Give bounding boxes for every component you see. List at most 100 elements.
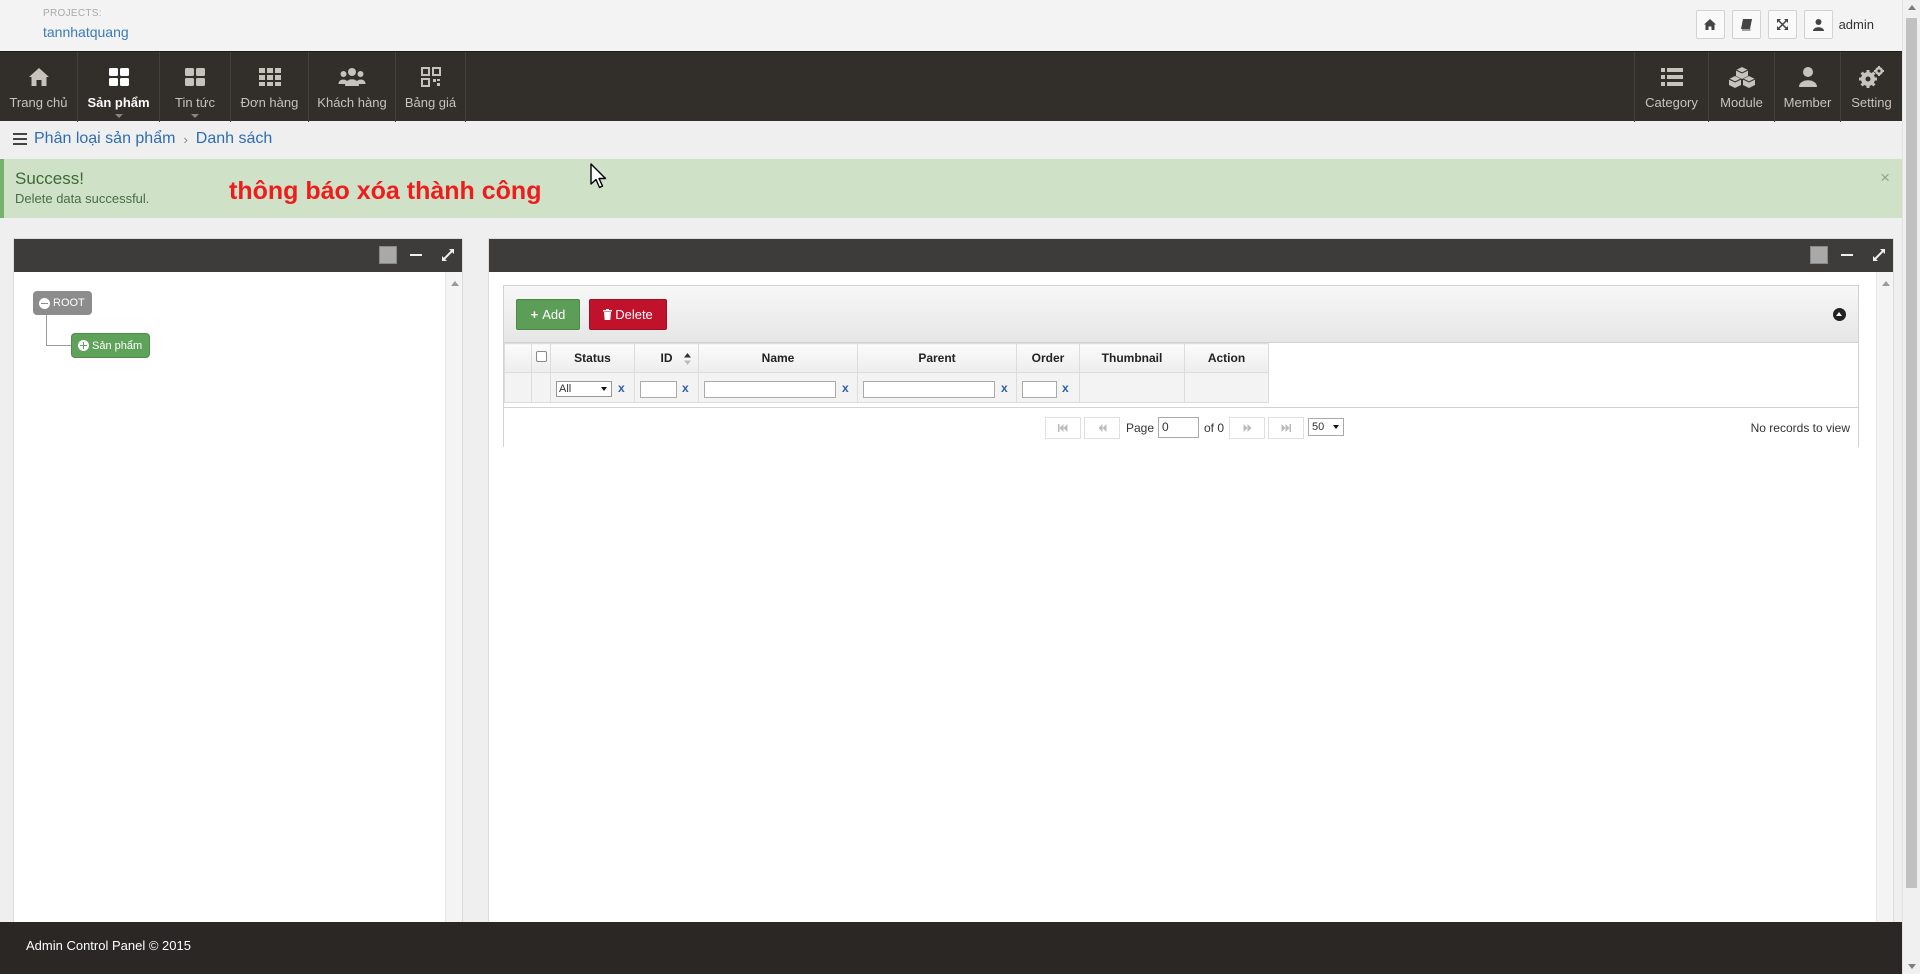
minimize-icon[interactable] xyxy=(1841,254,1853,256)
nav-item-tin-tuc[interactable]: Tin tức xyxy=(160,52,231,122)
grid-scrollbar[interactable] xyxy=(1876,272,1893,922)
page-label: Page xyxy=(1126,421,1155,435)
last-page-icon xyxy=(1281,424,1291,432)
main-nav: Trang chủ Sản phẩm Tin tức Đơn hàng Khác… xyxy=(0,51,1902,122)
nav-label: Đơn hàng xyxy=(240,95,299,110)
status-filter-select[interactable]: All xyxy=(556,381,612,397)
column-header-id[interactable]: ID xyxy=(634,343,699,373)
book-button[interactable] xyxy=(1731,10,1761,39)
nav-item-trang-chu[interactable]: Trang chủ xyxy=(0,52,78,122)
page-number-input[interactable]: 0 xyxy=(1158,417,1199,438)
column-header-name[interactable]: Name xyxy=(698,343,858,373)
clear-id-filter[interactable]: x xyxy=(682,381,689,395)
home-button[interactable] xyxy=(1695,10,1725,39)
nav-label: Trang chủ xyxy=(9,95,68,110)
sort-icon[interactable] xyxy=(684,353,691,365)
id-filter-input[interactable] xyxy=(640,381,677,398)
column-header-thumbnail[interactable]: Thumbnail xyxy=(1079,343,1185,373)
status-filter-value: All xyxy=(559,383,572,395)
prev-page-button[interactable] xyxy=(1084,417,1120,439)
filter-row: All x x x x x xyxy=(504,372,1269,403)
expand-icon[interactable] xyxy=(440,247,456,263)
grid-panel-header xyxy=(489,239,1893,272)
parent-filter-input[interactable] xyxy=(863,381,995,398)
delete-button-label: Delete xyxy=(615,307,653,322)
tree-node-label: ROOT xyxy=(53,297,85,309)
grid-toolbar: + Add Delete xyxy=(504,286,1858,343)
scrollbar-thumb[interactable] xyxy=(1906,18,1917,888)
nav-item-setting[interactable]: Setting xyxy=(1840,52,1902,122)
column-header-order[interactable]: Order xyxy=(1016,343,1080,373)
nav-item-san-pham[interactable]: Sản phẩm xyxy=(78,52,160,122)
panel-controls xyxy=(379,246,456,264)
project-link[interactable]: tannhatquang xyxy=(43,24,129,40)
first-page-button[interactable] xyxy=(1045,417,1081,439)
page-scrollbar[interactable] xyxy=(1902,0,1920,974)
nav-item-member[interactable]: Member xyxy=(1774,52,1840,122)
top-toolbar: admin xyxy=(1689,10,1874,39)
filter-cell xyxy=(1079,372,1185,403)
chevron-down-icon xyxy=(191,114,199,118)
tree-node-san-pham[interactable]: Sản phẩm xyxy=(71,333,151,358)
tree-panel: ROOT Sản phẩm xyxy=(13,238,463,923)
qrcode-icon xyxy=(420,65,441,89)
scroll-up-icon[interactable] xyxy=(1882,281,1890,286)
order-filter-input[interactable] xyxy=(1022,381,1057,398)
scroll-up-icon[interactable] xyxy=(1908,5,1916,10)
select-all-checkbox[interactable] xyxy=(535,351,547,362)
minimize-icon[interactable] xyxy=(410,254,422,256)
clear-parent-filter[interactable]: x xyxy=(1001,381,1008,395)
users-icon xyxy=(338,65,366,89)
nav-label: Tin tức xyxy=(174,95,215,110)
dropdown-arrow-icon xyxy=(601,387,607,391)
column-header-status[interactable]: Status xyxy=(550,343,635,373)
nav-item-bang-gia[interactable]: Bảng giá xyxy=(396,52,466,122)
breadcrumb-item-category[interactable]: Phân loại sản phẩm xyxy=(34,130,175,148)
tree-node-root[interactable]: ROOT xyxy=(33,291,92,315)
tree-scrollbar[interactable] xyxy=(445,272,462,922)
collapse-node-icon[interactable] xyxy=(39,297,50,309)
last-page-button[interactable] xyxy=(1268,417,1304,439)
breadcrumb-item-list[interactable]: Danh sách xyxy=(196,130,273,148)
nav-label: Category xyxy=(1645,95,1698,110)
close-icon[interactable]: × xyxy=(1880,168,1890,188)
menu-icon[interactable] xyxy=(13,133,27,145)
scroll-up-icon[interactable] xyxy=(451,281,459,286)
delete-button[interactable]: Delete xyxy=(589,299,667,330)
nav-item-khach-hang[interactable]: Khách hàng xyxy=(309,52,396,122)
nav-item-don-hang[interactable]: Đơn hàng xyxy=(231,52,309,122)
clear-order-filter[interactable]: x xyxy=(1062,381,1069,395)
trash-icon xyxy=(603,309,613,320)
clear-status-filter[interactable]: x xyxy=(618,381,625,395)
name-filter-input[interactable] xyxy=(704,381,836,398)
clear-name-filter[interactable]: x xyxy=(842,381,849,395)
filter-cell-id: x xyxy=(634,372,699,403)
collapse-up-icon[interactable] xyxy=(1833,308,1846,321)
color-picker-icon[interactable] xyxy=(1810,246,1828,264)
row-number-header xyxy=(504,343,532,373)
grid-large-icon xyxy=(184,65,206,89)
dropdown-arrow-icon xyxy=(1333,425,1339,429)
color-picker-icon[interactable] xyxy=(379,246,397,264)
scroll-down-icon[interactable] xyxy=(1908,964,1916,969)
prev-page-icon xyxy=(1098,424,1106,432)
expand-node-icon[interactable] xyxy=(78,340,89,351)
column-header-label: ID xyxy=(660,351,673,365)
header-row: Status ID Name Parent Order Thumbnail Ac… xyxy=(504,343,1269,373)
add-button[interactable]: + Add xyxy=(516,299,580,330)
home-icon xyxy=(28,65,50,89)
column-header-action[interactable]: Action xyxy=(1184,343,1269,373)
user-button[interactable] xyxy=(1803,10,1833,39)
next-page-button[interactable] xyxy=(1229,417,1265,439)
page-size-select[interactable]: 50 xyxy=(1308,418,1344,436)
pager: Page 0 of 0 50 No records to view xyxy=(504,407,1858,447)
nav-item-category[interactable]: Category xyxy=(1634,52,1708,122)
column-header-parent[interactable]: Parent xyxy=(857,343,1017,373)
nav-label: Khách hàng xyxy=(317,95,387,110)
user-name[interactable]: admin xyxy=(1839,17,1874,32)
tree-node-label: Sản phẩm xyxy=(92,339,143,352)
nav-item-module[interactable]: Module xyxy=(1708,52,1774,122)
expand-icon[interactable] xyxy=(1871,247,1887,263)
fullscreen-button[interactable] xyxy=(1767,10,1797,39)
top-bar: PROJECTS: tannhatquang admin xyxy=(0,0,1902,51)
